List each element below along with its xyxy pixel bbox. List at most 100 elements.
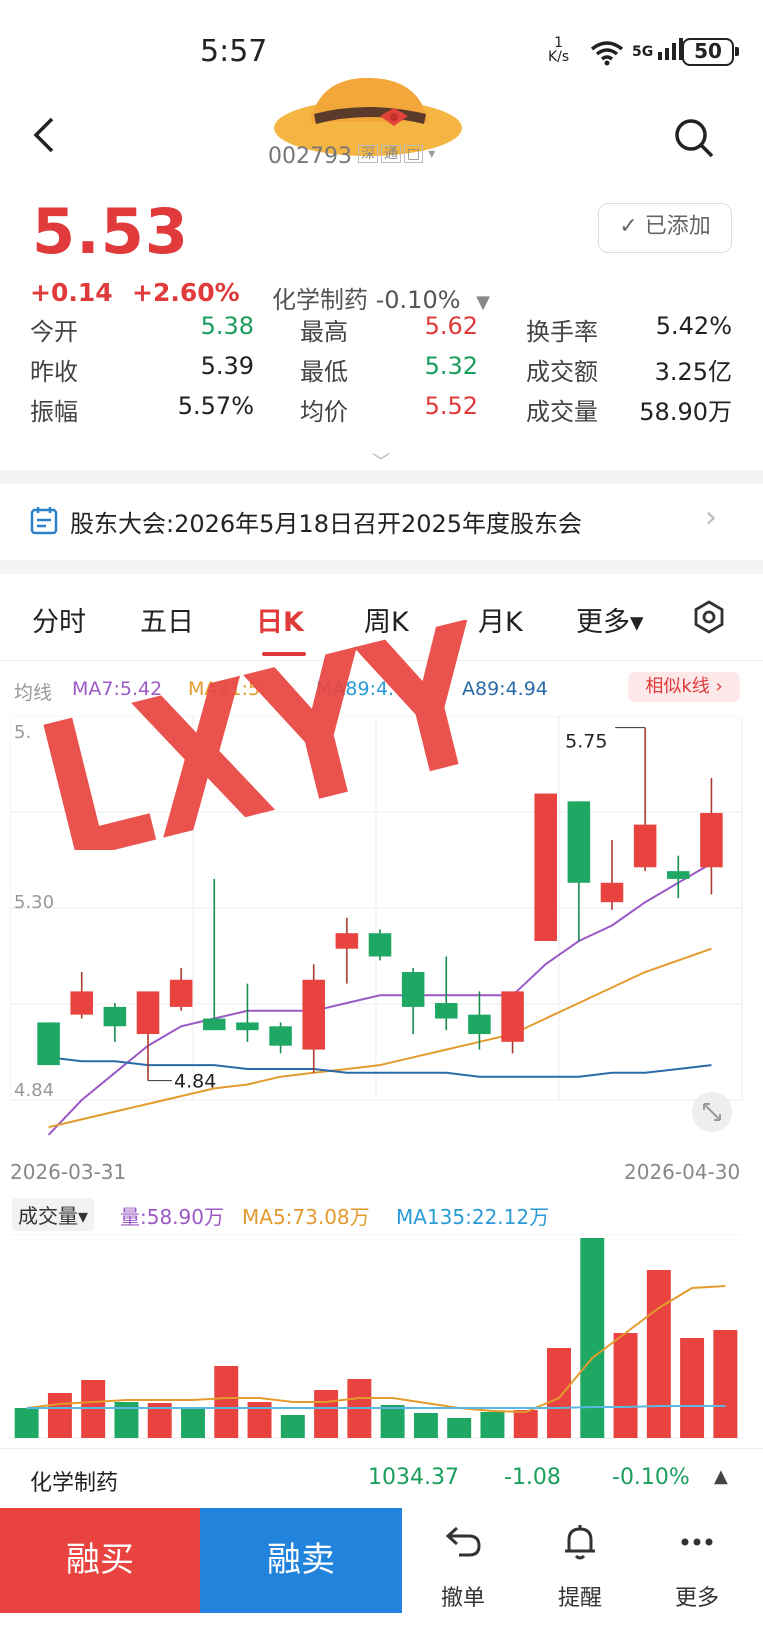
stat-value: 3.25亿 [654,358,732,386]
search-icon [675,119,714,158]
x-axis-start-date: 2026-03-31 [10,1160,127,1184]
signal-icon: 5G [632,38,688,60]
stat-label: 振幅 [30,398,78,426]
alert-label[interactable]: 提醒 [535,1580,625,1612]
volume-ma135-legend: MA135:22.12万 [396,1205,550,1229]
max-price-label: 5.75 [565,731,607,753]
section-divider [0,470,763,484]
cancel-order-label[interactable]: 撤单 [418,1580,508,1612]
volume-bar [713,1330,738,1438]
candle-body [269,1026,292,1046]
stat-label: 最低 [300,358,348,386]
volume-bar [14,1408,39,1438]
network-type: 5G [632,44,654,60]
candle-body [70,991,93,1015]
stat-value: 5.42% [655,312,732,340]
price-change-pct: +2.60% [132,278,240,307]
alert-button[interactable] [535,1522,625,1566]
search-button[interactable] [672,116,716,164]
caret-up-icon[interactable]: ▲ [714,1466,728,1487]
sector-index-name: 化学制药 [30,1471,119,1496]
candle-body [401,972,425,1007]
undo-icon [445,1526,481,1557]
stat-value: 5.38 [200,312,254,340]
stat-label: 均价 [300,398,348,426]
hexagon-settings-icon [694,600,724,634]
stat-value: 5.62 [424,312,478,340]
chart-settings-button[interactable] [692,600,726,638]
candle-body [633,824,657,868]
more-label[interactable]: 更多 [652,1580,742,1612]
wifi-icon [590,41,624,66]
dropdown-caret-icon[interactable]: ▾ [426,146,437,162]
stat-value: 5.39 [200,352,254,380]
fullscreen-button[interactable] [692,1092,732,1132]
shareholder-meeting-banner[interactable]: 股东大会:2026年5月18日召开2025年度股东会 [70,504,582,539]
sector-caret-icon: ▼ [476,292,491,313]
volume-bar [646,1270,671,1438]
candle-body [368,933,392,957]
sector-index-value: 1034.37 [368,1465,459,1490]
volume-ma5-legend: MA5:73.08万 [242,1205,370,1229]
net-speed: 1 K/s [548,36,569,64]
stat-label: 今开 [30,318,78,346]
volume-bar [413,1413,438,1438]
volume-chart[interactable] [10,1234,746,1444]
volume-bar [181,1408,205,1438]
volume-bar [380,1405,405,1438]
sector-text: 化学制药 -0.10% [272,286,461,314]
volume-bar [547,1348,571,1438]
stat-label: 成交量 [526,398,598,426]
net-speed-value: 1 [554,35,564,51]
stat-value: 58.90万 [639,398,732,426]
back-button[interactable] [30,115,58,166]
chevron-right-icon[interactable]: › [705,500,717,535]
tag-connect: 通 [381,145,401,163]
volume-bar [480,1412,505,1438]
candle-body [435,1003,458,1019]
candle-body [37,1022,60,1066]
added-watchlist-button[interactable]: ✓ 已添加 [598,203,732,253]
back-arrow-icon [33,117,54,153]
stat-label: 换手率 [526,318,598,346]
candle-body [501,991,524,1042]
stat-label: 成交额 [526,358,598,386]
stat-value: 5.57% [177,392,254,420]
y-tick-label: 4.84 [14,1080,54,1101]
candle-body [335,933,359,949]
candle-body [203,1018,226,1031]
candle-body [534,793,557,941]
similar-kline-button[interactable]: 相似k线 › [628,672,740,702]
x-axis-end-date: 2026-04-30 [624,1160,741,1184]
price-change: +0.14 [30,278,113,307]
candle-body [468,1014,491,1035]
volume-bar [47,1393,72,1438]
volume-bar [214,1366,239,1438]
more-dots-icon [681,1538,713,1546]
margin-sell-button[interactable]: 融卖 [200,1508,402,1613]
min-price-label: 4.84 [174,1071,216,1093]
stat-label: 昨收 [30,358,78,386]
section-divider [0,560,763,574]
sector-link[interactable]: 化学制药 -0.10% ▼ [272,280,490,315]
expand-arrows-icon [703,1103,721,1121]
candle-body [236,1022,259,1031]
stock-code: 002793 [268,144,352,169]
net-speed-unit: K/s [548,49,570,65]
y-tick-label: 5. [14,722,31,743]
volume-bar [280,1415,305,1438]
more-button[interactable] [652,1522,742,1566]
cancel-order-button[interactable] [418,1522,508,1564]
volume-bar [680,1338,705,1438]
tab-more[interactable]: 更多▾ [576,600,644,639]
margin-buy-button[interactable]: 融买 [0,1508,200,1613]
bell-icon [565,1525,595,1560]
battery-icon: 50 [682,38,739,66]
candle-body [667,871,690,879]
volume-indicator-selector[interactable]: 成交量▾ [12,1198,95,1231]
volume-bar [447,1418,472,1438]
y-tick-label: 5.30 [14,892,54,913]
current-price: 5.53 [32,195,189,268]
stat-label: 最高 [300,318,348,346]
candle-body [700,812,723,868]
